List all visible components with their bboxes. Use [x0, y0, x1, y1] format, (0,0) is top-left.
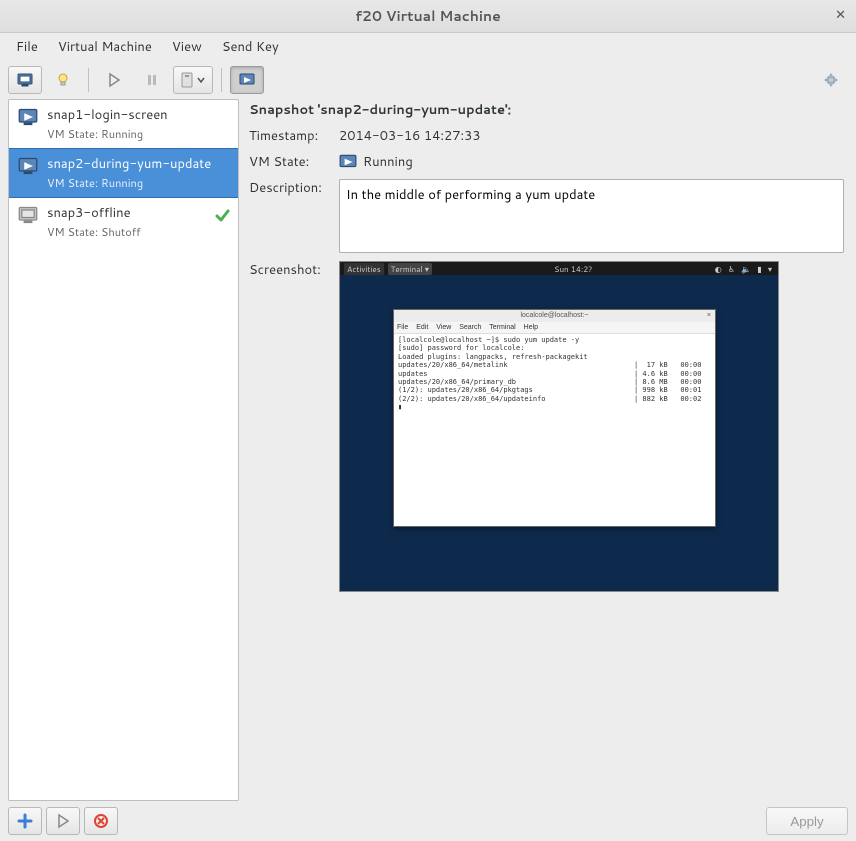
current-snapshot-check-icon — [214, 208, 230, 229]
monitor-icon — [17, 106, 39, 128]
snapshot-state: VM State: Running — [47, 126, 230, 142]
timestamp-value: 2014-03-16 14:27:33 — [339, 127, 481, 145]
delete-icon — [93, 813, 109, 829]
menu-file[interactable]: File — [8, 34, 46, 60]
guest-terminal-body: [localcole@localhost ~]$ sudo yum update… — [394, 334, 715, 414]
guest-app: Terminal ▾ — [388, 263, 432, 275]
play-icon — [55, 813, 71, 829]
window-title: f20 Virtual Machine — [0, 6, 856, 26]
snapshot-row-snap3[interactable]: snap3-offline VM State: Shutoff — [9, 198, 238, 246]
guest-terminal-window: localcole@localhost:~ × File Edit View S… — [393, 309, 716, 527]
menu-view[interactable]: View — [164, 34, 210, 60]
snapshot-screenshot: Activities Terminal ▾ Sun 14:2? ◐ ♿ 🔈 ▮ … — [339, 261, 779, 592]
menu-send-key[interactable]: Send Key — [214, 34, 287, 60]
add-snapshot-button[interactable] — [8, 807, 42, 835]
guest-terminal-title: localcole@localhost:~ × — [394, 310, 715, 322]
chevron-down-icon — [196, 75, 206, 85]
snapshots-button[interactable] — [230, 66, 264, 94]
vmstate-label: VM State: — [249, 153, 331, 171]
snapshot-name: snap1-login-screen — [47, 106, 230, 124]
bottom-toolbar: Apply — [0, 801, 856, 841]
menubar: File Virtual Machine View Send Key — [0, 33, 856, 61]
close-icon: × — [707, 310, 711, 322]
close-icon[interactable]: ✕ — [835, 6, 846, 24]
monitor-icon — [17, 155, 39, 177]
snapshot-list[interactable]: snap1-login-screen VM State: Running sna… — [8, 99, 239, 801]
guest-topbar: Activities Terminal ▾ Sun 14:2? ◐ ♿ 🔈 ▮ … — [340, 262, 778, 275]
main-area: snap1-login-screen VM State: Running sna… — [0, 99, 856, 801]
timestamp-label: Timestamp: — [249, 127, 331, 145]
vmstate-value: Running — [363, 153, 413, 171]
snapshot-row-snap1[interactable]: snap1-login-screen VM State: Running — [9, 100, 238, 148]
plus-icon — [17, 813, 33, 829]
snapshot-state: VM State: Running — [47, 175, 230, 191]
snapshot-name: snap2-during-yum-update — [47, 155, 230, 173]
toolbar-separator — [88, 68, 89, 92]
pause-button[interactable] — [135, 66, 169, 94]
menu-virtual-machine[interactable]: Virtual Machine — [50, 34, 160, 60]
toolbar-separator — [221, 68, 222, 92]
guest-activities: Activities — [344, 263, 384, 275]
snapshot-details: Snapshot 'snap2-during-yum-update': Time… — [247, 99, 848, 801]
snapshot-icon — [239, 72, 255, 88]
monitor-icon — [17, 204, 39, 226]
apply-button[interactable]: Apply — [766, 807, 848, 835]
lightbulb-icon — [55, 72, 71, 88]
monitor-icon — [339, 153, 357, 171]
shutdown-dropdown[interactable] — [173, 66, 213, 94]
lightbulb-button[interactable] — [46, 66, 80, 94]
pause-icon — [144, 72, 160, 88]
details-title: Snapshot 'snap2-during-yum-update': — [249, 101, 844, 119]
play-icon — [106, 72, 122, 88]
run-snapshot-button[interactable] — [46, 807, 80, 835]
snapshot-state: VM State: Shutoff — [47, 224, 230, 240]
guest-clock: Sun 14:2? — [432, 263, 715, 275]
description-label: Description: — [249, 179, 331, 197]
console-button[interactable] — [8, 66, 42, 94]
fullscreen-button[interactable] — [814, 66, 848, 94]
guest-tray-icons: ◐ ♿ 🔈 ▮ ▾ — [715, 263, 774, 275]
toolbar — [0, 61, 856, 99]
description-input[interactable] — [339, 179, 844, 253]
snapshot-row-snap2[interactable]: snap2-during-yum-update VM State: Runnin… — [9, 148, 238, 198]
run-button[interactable] — [97, 66, 131, 94]
delete-snapshot-button[interactable] — [84, 807, 118, 835]
window-titlebar: f20 Virtual Machine ✕ — [0, 0, 856, 33]
fullscreen-icon — [823, 72, 839, 88]
screenshot-label: Screenshot: — [249, 261, 331, 279]
guest-terminal-menu: File Edit View Search Terminal Help — [394, 322, 715, 334]
shutdown-icon — [180, 72, 194, 88]
snapshot-name: snap3-offline — [47, 204, 230, 222]
monitor-icon — [17, 72, 33, 88]
